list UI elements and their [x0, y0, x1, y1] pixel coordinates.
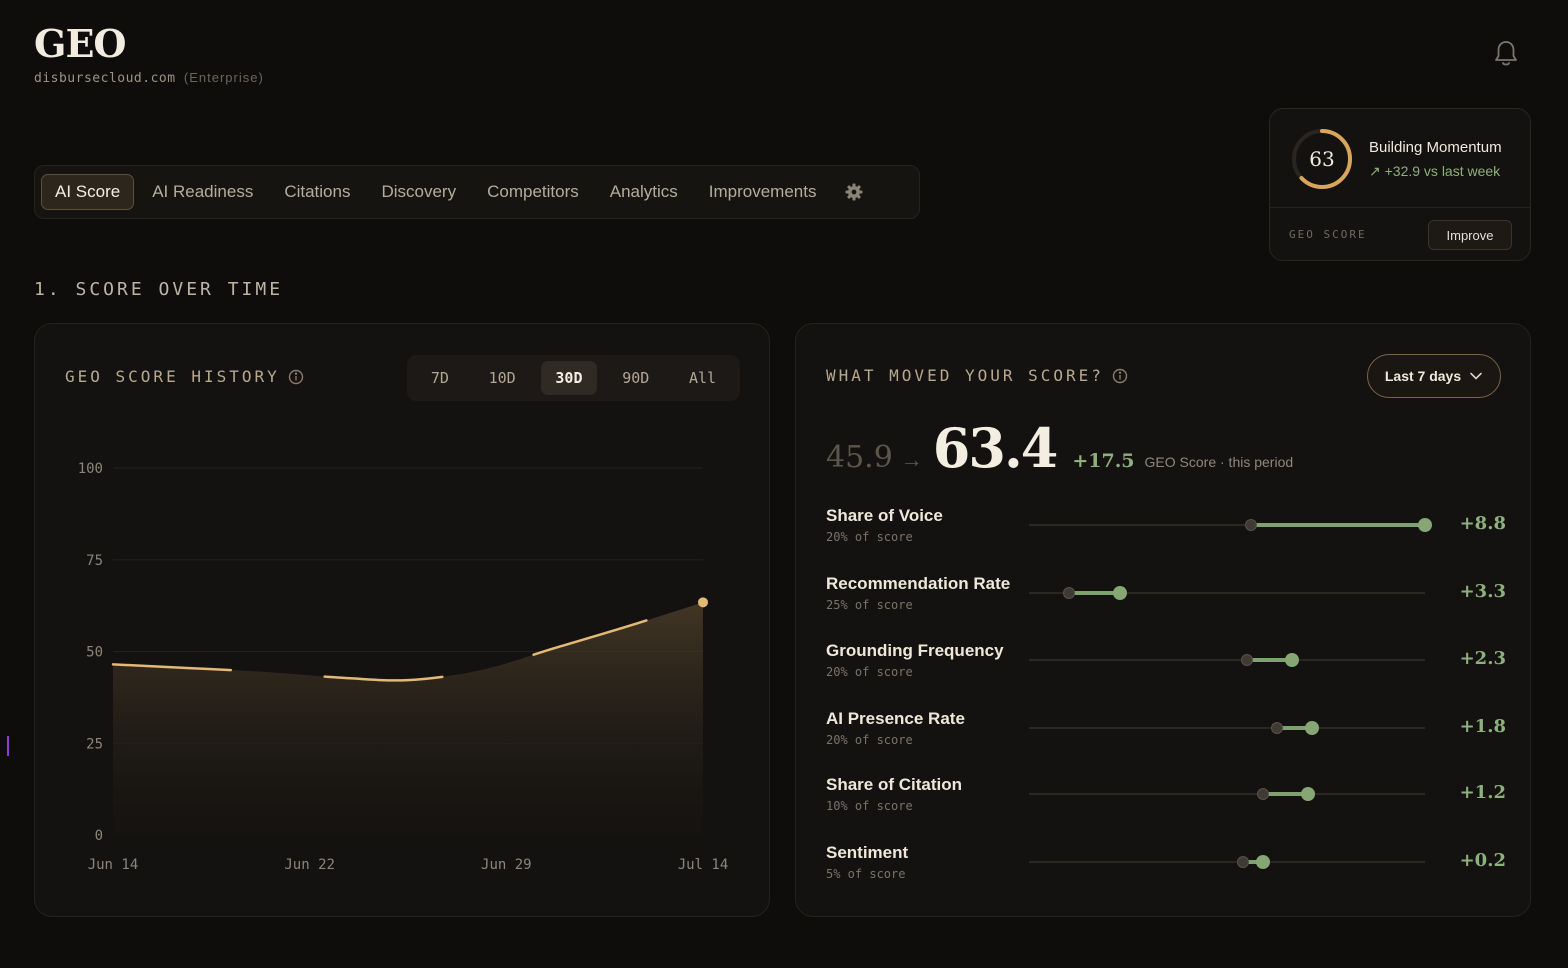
- factor-row: Recommendation Rate 25% of score +3.3: [826, 574, 1506, 620]
- factor-name: Grounding Frequency: [826, 641, 1004, 660]
- tab-ai-score[interactable]: AI Score: [41, 174, 135, 210]
- score-change: +17.5: [1072, 450, 1135, 472]
- y-tick-label: 75: [86, 553, 103, 569]
- factor-end-dot: [1305, 721, 1320, 735]
- factor-start-dot: [1240, 654, 1253, 666]
- factor-weight: 20% of score: [826, 665, 913, 679]
- tab-improvements[interactable]: Improvements: [696, 175, 830, 209]
- y-tick-label: 0: [95, 828, 103, 844]
- score-caption: GEO Score · this period: [1144, 454, 1294, 470]
- factor-name: Share of Citation: [826, 775, 963, 794]
- info-icon[interactable]: [1112, 368, 1128, 384]
- movers-title-row: WHAT MOVED YOUR SCORE?: [826, 366, 1128, 385]
- main-tabs: AI Score AI Readiness Citations Discover…: [34, 165, 920, 219]
- factor-end-dot: [1301, 787, 1316, 801]
- improve-button[interactable]: Improve: [1428, 220, 1512, 250]
- tab-competitors[interactable]: Competitors: [474, 175, 592, 209]
- bell-icon[interactable]: [1492, 38, 1520, 68]
- tab-analytics[interactable]: Analytics: [597, 175, 691, 209]
- tab-citations[interactable]: Citations: [271, 175, 363, 209]
- chevron-down-icon: [1470, 372, 1482, 380]
- factor-delta: +1.2: [1459, 782, 1506, 803]
- domain-name: disbursecloud.com: [34, 71, 176, 86]
- x-tick-label: Jun 14: [88, 857, 139, 873]
- factor-track: [1029, 659, 1425, 661]
- y-tick-label: 50: [86, 645, 103, 661]
- factor-delta: +8.8: [1459, 513, 1506, 534]
- x-tick-label: Jun 22: [284, 857, 335, 873]
- factor-track: [1029, 727, 1425, 729]
- factor-track: [1029, 861, 1425, 863]
- factor-end-dot: [1255, 855, 1270, 869]
- arrow-icon: →: [900, 447, 923, 472]
- divider: [1270, 207, 1530, 208]
- factor-delta: +2.3: [1459, 648, 1506, 669]
- factor-row: Sentiment 5% of score +0.2: [826, 843, 1506, 889]
- score-history-chart: 0 25 50 75 100 Jun 14 Jun 22 Jun 29 Jul 14: [78, 461, 729, 873]
- factor-weight: 5% of score: [826, 867, 906, 881]
- factor-row: Grounding Frequency 20% of score +2.3: [826, 641, 1506, 687]
- score-value: 63: [1309, 147, 1335, 171]
- y-tick-label: 25: [86, 736, 103, 752]
- tab-discovery[interactable]: Discovery: [368, 175, 469, 209]
- score-to: 63.4: [932, 416, 1059, 480]
- series-area: [113, 602, 703, 835]
- factor-end-dot: [1285, 653, 1300, 667]
- factor-start-dot: [1244, 519, 1257, 531]
- factor-start-dot: [1062, 587, 1075, 599]
- factor-name: Share of Voice: [826, 506, 943, 525]
- factor-end-dot: [1113, 586, 1128, 600]
- latest-point[interactable]: [698, 597, 708, 608]
- factor-row: Share of Citation 10% of score +1.2: [826, 775, 1506, 821]
- section-heading: 1. SCORE OVER TIME: [34, 279, 284, 300]
- factor-end-dot: [1418, 518, 1432, 532]
- domain-line: disbursecloud.com (Enterprise): [34, 70, 264, 86]
- factor-delta: +1.8: [1459, 716, 1506, 737]
- plan-badge: (Enterprise): [183, 70, 264, 85]
- factor-start-dot: [1236, 856, 1249, 868]
- score-history-panel: GEO SCORE HISTORY 7D 10D 30D 90D All 0 25…: [34, 323, 770, 917]
- factor-start-dot: [1270, 722, 1283, 734]
- factor-row: Share of Voice 20% of score +8.8: [826, 506, 1506, 552]
- edge-indicator: [7, 736, 9, 756]
- score-delta: ↗ +32.9 vs last week: [1369, 163, 1501, 179]
- score-label: GEO SCORE: [1289, 228, 1367, 241]
- factor-weight: 10% of score: [826, 799, 913, 813]
- factor-start-dot: [1256, 788, 1269, 800]
- brand: GEO disbursecloud.com (Enterprise): [34, 21, 264, 87]
- score-summary: 45.9 → 63.4 +17.5 GEO Score · this perio…: [826, 416, 1293, 480]
- factor-weight: 20% of score: [826, 733, 913, 747]
- geo-score-card: 63 Building Momentum ↗ +32.9 vs last wee…: [1269, 108, 1531, 261]
- factor-weight: 20% of score: [826, 530, 913, 544]
- movers-title: WHAT MOVED YOUR SCORE?: [826, 366, 1104, 385]
- factor-name: Sentiment: [826, 843, 909, 862]
- factor-row: AI Presence Rate 20% of score +1.8: [826, 709, 1506, 755]
- app-title: GEO: [34, 21, 127, 66]
- factor-fill: [1250, 523, 1425, 527]
- score-from: 45.9: [826, 440, 893, 475]
- period-dropdown[interactable]: Last 7 days: [1367, 354, 1501, 398]
- score-movers-panel: WHAT MOVED YOUR SCORE? Last 7 days 45.9 …: [795, 323, 1531, 917]
- y-tick-label: 100: [78, 461, 103, 477]
- x-tick-label: Jul 14: [678, 857, 729, 873]
- gear-icon[interactable]: [844, 182, 864, 202]
- period-label: Last 7 days: [1384, 368, 1462, 384]
- factor-delta: +3.3: [1459, 581, 1506, 602]
- x-tick-label: Jun 29: [481, 857, 532, 873]
- score-status: Building Momentum: [1369, 139, 1502, 156]
- tab-ai-readiness[interactable]: AI Readiness: [139, 175, 266, 209]
- factor-weight: 25% of score: [826, 598, 913, 612]
- factor-delta: +0.2: [1459, 850, 1506, 871]
- factor-name: Recommendation Rate: [826, 574, 1011, 593]
- factor-track: [1029, 793, 1425, 795]
- factor-name: AI Presence Rate: [826, 709, 965, 728]
